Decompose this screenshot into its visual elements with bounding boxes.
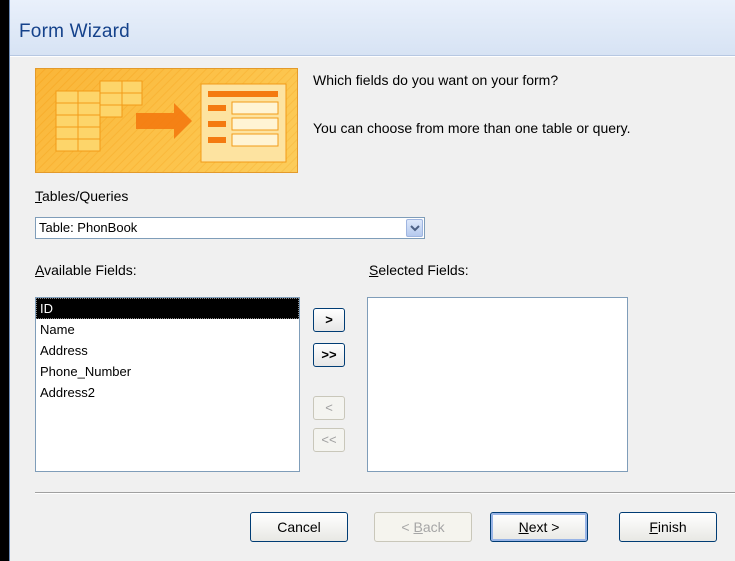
finish-button[interactable]: Finish (619, 512, 717, 542)
tables-queries-value: Table: PhonBook (39, 220, 138, 235)
tables-queries-combobox[interactable]: Table: PhonBook (35, 217, 425, 239)
footer-divider (35, 492, 735, 494)
available-fields-label: Available Fields: (35, 262, 137, 278)
form-wizard-dialog: Form Wizard Which fields do you want on … (9, 0, 735, 561)
list-item[interactable]: Phone_Number (36, 361, 299, 382)
form-wizard-illustration-icon (35, 68, 298, 173)
list-item[interactable]: ID (36, 298, 299, 319)
list-item[interactable]: Address (36, 340, 299, 361)
tables-queries-label: Tables/Queries (35, 188, 129, 204)
wizard-body: Which fields do you want on your form? Y… (10, 57, 735, 561)
available-fields-listbox[interactable]: ID Name Address Phone_Number Address2 (35, 297, 300, 472)
add-all-fields-button[interactable]: >> (313, 343, 345, 367)
selected-fields-label: Selected Fields: (369, 262, 469, 278)
window-title: Form Wizard (19, 21, 130, 42)
chevron-down-icon[interactable] (406, 219, 423, 237)
selected-fields-listbox[interactable] (367, 297, 628, 472)
back-button[interactable]: < Back (374, 512, 472, 542)
title-bar: Form Wizard (10, 0, 735, 56)
remove-all-fields-button[interactable]: << (313, 428, 345, 452)
add-field-button[interactable]: > (313, 308, 345, 332)
next-button[interactable]: Next > (490, 512, 588, 542)
list-item[interactable]: Address2 (36, 382, 299, 403)
list-item[interactable]: Name (36, 319, 299, 340)
intro-hint: You can choose from more than one table … (313, 120, 631, 136)
intro-question: Which fields do you want on your form? (313, 72, 559, 88)
cancel-button[interactable]: Cancel (250, 512, 348, 542)
remove-field-button[interactable]: < (313, 396, 345, 420)
